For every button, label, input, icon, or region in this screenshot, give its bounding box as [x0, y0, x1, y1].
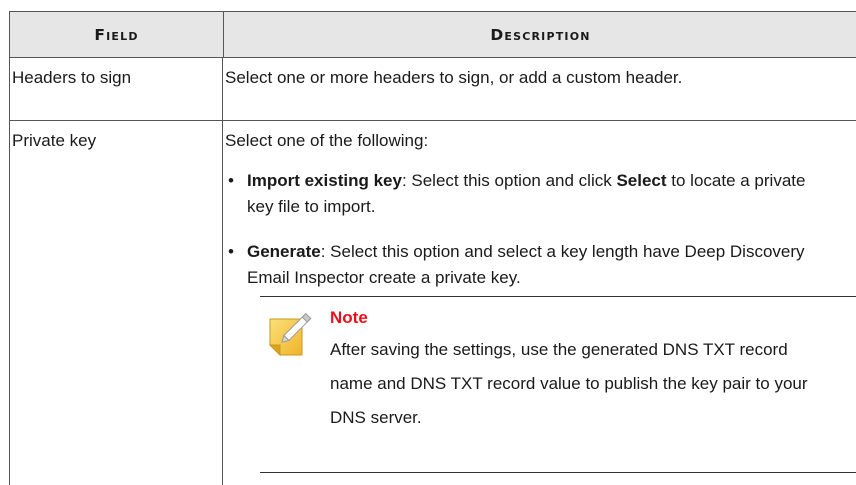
- row-2-description: Select one of the following:: [225, 131, 429, 150]
- note-top-rule: [260, 296, 856, 297]
- bullet-bold-label: Import existing key: [247, 171, 402, 190]
- bullet-text: : Select this option and select a key le…: [247, 242, 805, 287]
- header-field: Field: [10, 12, 223, 58]
- bullet-text: : Select this option and click: [401, 171, 617, 190]
- header-description: Description: [224, 12, 856, 58]
- header-description-label: Description: [490, 26, 591, 44]
- bullet-generate: • Generate: Select this option and select…: [228, 239, 807, 291]
- column-divider: [222, 58, 223, 485]
- bullet-import-existing-key: • Import existing key: Select this option…: [228, 168, 807, 220]
- row-2-field: Private key: [12, 131, 97, 150]
- note-bottom-rule: [260, 472, 856, 473]
- row-1-field: Headers to sign: [12, 68, 132, 87]
- note-title: Note: [330, 308, 368, 327]
- bullet-bold-label: Generate: [247, 242, 321, 261]
- select-keyword: Select: [616, 171, 667, 190]
- header-field-label: Field: [94, 26, 139, 44]
- row-separator: [9, 120, 856, 121]
- bullet-dot: •: [228, 242, 234, 261]
- note-body: After saving the settings, use the gener…: [330, 340, 808, 427]
- bullet-dot: •: [228, 171, 234, 190]
- table-header-row: Field Description: [9, 11, 856, 58]
- table-left-border: [9, 58, 10, 485]
- row-1-description: Select one or more headers to sign, or a…: [225, 68, 683, 87]
- note-pencil-icon: [268, 305, 316, 357]
